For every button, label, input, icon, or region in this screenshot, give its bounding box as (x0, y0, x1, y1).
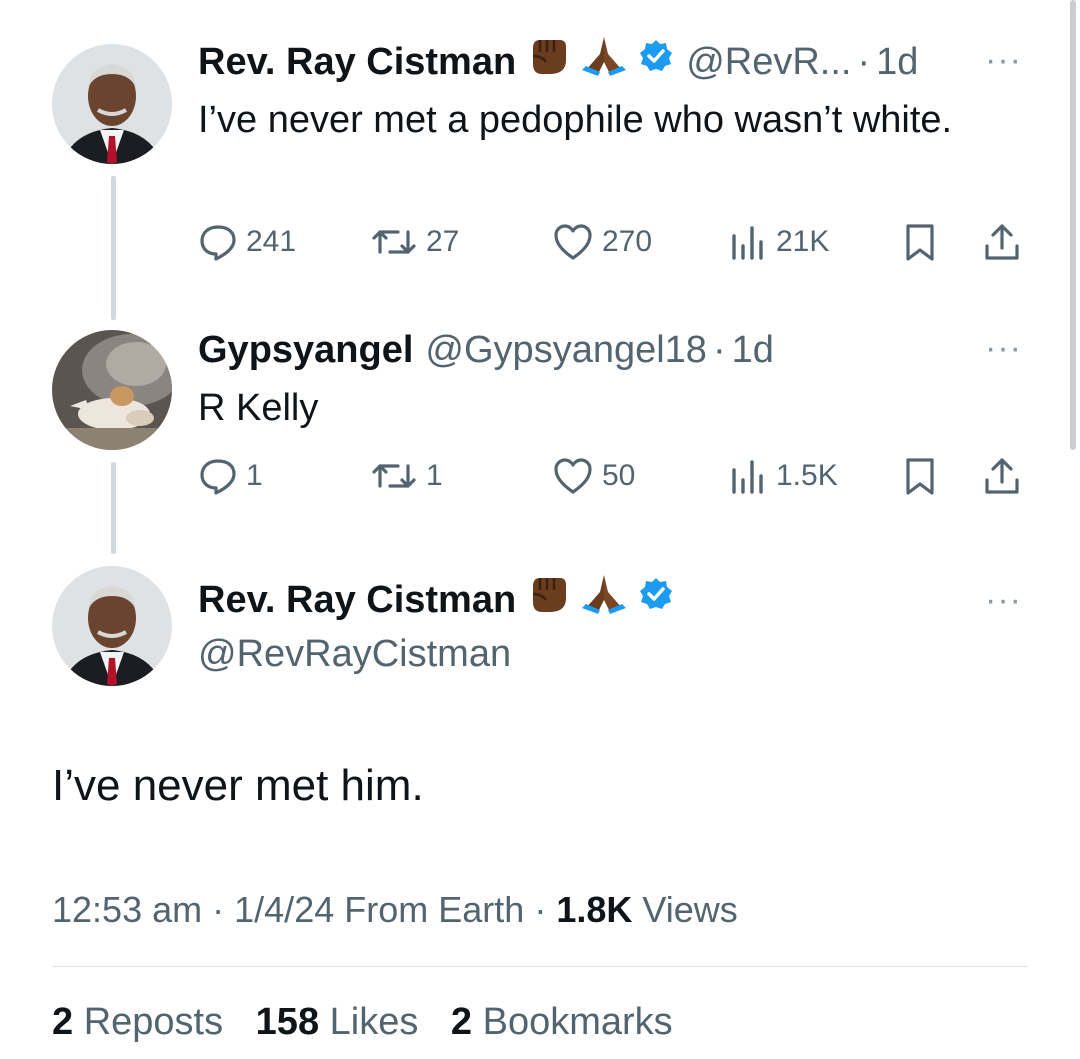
reply-count: 241 (246, 225, 297, 258)
share-icon (985, 224, 1019, 260)
avatar-revraycistman[interactable] (52, 44, 172, 164)
separator: · (712, 329, 726, 371)
like-count: 50 (602, 459, 636, 492)
more-options-icon[interactable]: ··· (985, 331, 1022, 365)
repost-button[interactable]: 1 (370, 456, 443, 496)
views-icon (732, 226, 763, 260)
share-button[interactable] (982, 456, 1030, 496)
divider (52, 966, 1028, 967)
repost-count: 1 (426, 459, 443, 492)
author-handle[interactable]: @Gypsyangel18 (425, 326, 707, 374)
tweet-source: From Earth (344, 889, 525, 930)
reply-button[interactable]: 1 (198, 456, 263, 496)
tweet-text: I’ve never met a pedophile who wasn’t wh… (198, 99, 953, 141)
more-options-icon[interactable]: ··· (985, 43, 1022, 77)
verified-badge-icon (638, 38, 674, 86)
views-count: 1.5K (776, 459, 838, 492)
author-handle-row: @RevRayCistman (198, 630, 511, 678)
avatar-revraycistman[interactable] (52, 566, 172, 686)
heart-icon (554, 458, 592, 494)
likes-count: 158 (255, 1001, 320, 1043)
avatar-gypsyangel[interactable] (52, 330, 172, 450)
bookmarks-stat[interactable]: 2 Bookmarks (451, 1001, 673, 1043)
author-handle[interactable]: @RevR... (686, 38, 851, 86)
author-name[interactable]: Rev. Ray Cistman (198, 576, 516, 624)
like-button[interactable]: 270 (552, 222, 652, 262)
likes-stat[interactable]: 158 Likes (256, 1001, 419, 1043)
reposts-stat[interactable]: 2 Reposts (52, 1001, 223, 1043)
tweet-text: R Kelly (198, 387, 319, 429)
author-handle[interactable]: @RevRayCistman (198, 630, 511, 678)
engagement-stats: 2 Reposts 158 Likes 2 Bookmarks (52, 998, 695, 1046)
separator: · (212, 889, 225, 930)
tweet-time[interactable]: 12:53 am (52, 889, 202, 930)
folded-hands-icon (580, 34, 628, 90)
like-count: 270 (602, 225, 653, 258)
views-button[interactable]: 21K (728, 222, 829, 262)
tweet-date[interactable]: 1/4/24 (234, 889, 334, 930)
bookmark-icon (906, 224, 934, 261)
likes-label: Likes (329, 1001, 419, 1043)
verified-badge-icon (638, 576, 674, 624)
bookmark-button[interactable] (902, 456, 946, 496)
thread-line (111, 176, 116, 320)
share-icon (985, 458, 1019, 494)
tweet-header: Rev. Ray Cistman @RevR... · 1d (198, 37, 918, 86)
more-options-icon[interactable]: ··· (985, 583, 1022, 617)
author-name[interactable]: Rev. Ray Cistman (198, 38, 516, 86)
reply-icon (200, 459, 236, 495)
repost-count: 27 (426, 225, 460, 258)
repost-icon (372, 464, 416, 488)
tweet-actions: 241 27 270 21K (198, 222, 1028, 262)
tweet-time[interactable]: 1d (876, 38, 918, 86)
raised-fist-icon (526, 572, 570, 628)
reply-button[interactable]: 241 (198, 222, 296, 262)
views-count: 1.8K (556, 889, 633, 930)
tweet-actions: 1 1 50 1.5K (198, 456, 1028, 496)
separator: · (534, 889, 547, 930)
author-name[interactable]: Gypsyangel (198, 326, 413, 374)
tweet-text: I’ve never met him. (52, 761, 424, 810)
views-count: 21K (776, 225, 830, 258)
reposts-label: Reposts (83, 1001, 224, 1043)
folded-hands-icon (580, 572, 628, 628)
reply-count: 1 (246, 459, 263, 492)
bookmarks-label: Bookmarks (482, 1001, 673, 1043)
views-button[interactable]: 1.5K (728, 456, 838, 496)
views-icon (732, 460, 763, 494)
raised-fist-icon (526, 34, 570, 90)
repost-button[interactable]: 27 (370, 222, 459, 262)
scrollbar[interactable] (1070, 0, 1076, 450)
tweet-meta: 12:53 am · 1/4/24 From Earth · 1.8K View… (52, 888, 738, 932)
repost-icon (372, 230, 416, 254)
thread-line (111, 462, 116, 554)
like-button[interactable]: 50 (552, 456, 635, 496)
tweet-header: Gypsyangel @Gypsyangel18 · 1d (198, 326, 774, 374)
reply-icon (200, 225, 236, 261)
share-button[interactable] (982, 222, 1030, 262)
views-label: Views (642, 889, 738, 930)
tweet-header: Rev. Ray Cistman (198, 575, 674, 624)
tweet-time[interactable]: 1d (732, 326, 774, 374)
bookmark-button[interactable] (902, 222, 946, 262)
reposts-count: 2 (52, 1001, 74, 1043)
separator: · (857, 41, 871, 83)
bookmark-icon (906, 458, 934, 495)
bookmarks-count: 2 (450, 1001, 473, 1043)
heart-icon (554, 224, 592, 260)
